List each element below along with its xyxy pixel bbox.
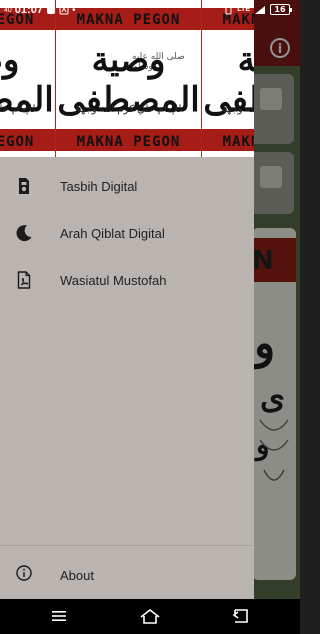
notification-icon bbox=[46, 6, 55, 14]
banner-arabic-subtitle: للإمام علي كرم الله وجهه bbox=[75, 104, 182, 115]
banner-tile: MAKNA PEGON صلى الله عليه وسلم وصية المص… bbox=[55, 0, 202, 157]
banner-tile: MAKNA PEGON وصية المصطفى للإمام علي كرم … bbox=[0, 0, 56, 157]
back-icon[interactable] bbox=[229, 606, 253, 626]
signal-icon bbox=[255, 5, 265, 14]
drawer-item-wasiatul-mustofah[interactable]: Wasiatul Mustofah bbox=[0, 258, 254, 305]
network-type-label: LTE bbox=[237, 6, 250, 13]
battery-icon: 16 bbox=[270, 4, 292, 15]
banner-bottom-bar: MAKNA PEGON bbox=[202, 129, 254, 151]
home-icon[interactable] bbox=[138, 606, 162, 626]
network-speed-indicator: 40 bbox=[4, 6, 12, 14]
drawer-item-label: About bbox=[60, 568, 94, 583]
notification-icon bbox=[59, 5, 69, 15]
drawer-divider bbox=[0, 545, 254, 546]
banner-arabic-subtitle: للإمام علي كرم الله وجهه bbox=[0, 104, 36, 115]
drawer-item-tasbih-digital[interactable]: Tasbih Digital bbox=[0, 164, 254, 211]
banner-bottom-bar: MAKNA PEGON bbox=[0, 129, 55, 151]
counter-icon bbox=[19, 178, 29, 194]
banner-brand-text: MAKNA PEGON bbox=[76, 134, 181, 150]
drawer-item-about[interactable]: About bbox=[0, 551, 254, 597]
status-bar: 40 01:07 • LTE 16 bbox=[0, 0, 300, 22]
navigation-drawer: MAKNA PEGON وصية المصطفى للإمام علي كرم … bbox=[0, 0, 254, 599]
banner-brand-text: MAKNA PEGON bbox=[0, 134, 35, 150]
system-navigation-bar bbox=[0, 599, 300, 634]
more-notifications-icon: • bbox=[71, 4, 76, 16]
banner-arabic-subtitle: للإمام علي كرم الله وجهه bbox=[221, 104, 254, 115]
banner-bottom-bar: MAKNA PEGON bbox=[56, 129, 201, 151]
drawer-item-label: Arah Qiblat Digital bbox=[60, 226, 165, 241]
vibrate-icon bbox=[225, 5, 232, 14]
drawer-menu: Tasbih Digital Arah Qiblat Digital Wasia… bbox=[0, 164, 254, 305]
info-icon bbox=[16, 565, 32, 581]
drawer-item-label: Wasiatul Mustofah bbox=[60, 273, 167, 288]
pdf-file-icon bbox=[17, 271, 31, 289]
status-time: 01:07 bbox=[14, 4, 43, 16]
drawer-item-arah-qiblat-digital[interactable]: Arah Qiblat Digital bbox=[0, 211, 254, 258]
banner-tile: MAKNA PEGON وصية المصطفى للإمام علي كرم … bbox=[201, 0, 254, 157]
drawer-item-label: Tasbih Digital bbox=[60, 179, 138, 194]
banner-brand-text: MAKNA PEGON bbox=[222, 134, 254, 150]
drawer-header-banner: MAKNA PEGON وصية المصطفى للإمام علي كرم … bbox=[0, 0, 254, 157]
menu-icon[interactable] bbox=[47, 606, 71, 626]
crescent-moon-icon bbox=[16, 225, 32, 242]
